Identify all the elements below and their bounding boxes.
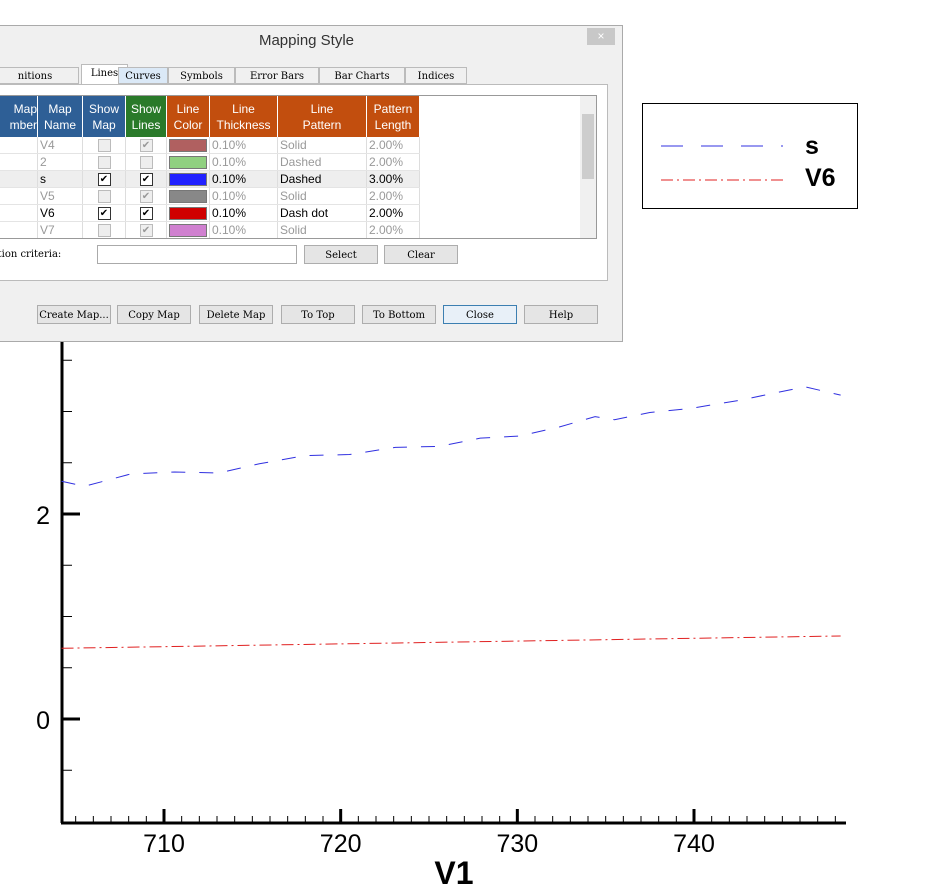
- lines-panel: Map mber Map Name Show Map Show Lines Line Color L…: [0, 84, 608, 281]
- column-header[interactable]: Map Name: [37, 96, 83, 137]
- tab-nitions[interactable]: nitions: [0, 67, 79, 84]
- show-lines-checkbox[interactable]: ✔: [139, 173, 153, 187]
- select-button[interactable]: Select: [304, 245, 378, 264]
- table-row[interactable]: V7 ✔ 0.10% Solid 2.00%: [0, 221, 420, 238]
- line-color-swatch[interactable]: [169, 190, 207, 204]
- scrollbar[interactable]: [580, 96, 596, 238]
- legend-label-s: s: [805, 132, 819, 160]
- table-row[interactable]: V6 ✔ ✔ 0.10% Dash dot 2.00%: [0, 204, 420, 222]
- line-pattern[interactable]: Dashed: [277, 170, 367, 188]
- show-map-checkbox[interactable]: [97, 190, 111, 204]
- show-lines-checkbox[interactable]: ✔: [139, 224, 153, 238]
- line-color-swatch[interactable]: [169, 207, 207, 221]
- line-thickness[interactable]: 0.10%: [209, 153, 278, 171]
- delete-map-button[interactable]: Delete Map: [199, 305, 273, 324]
- line-thickness[interactable]: 0.10%: [209, 221, 278, 238]
- line-thickness[interactable]: 0.10%: [209, 137, 278, 154]
- mapping-style-dialog: Mapping Style × nitions Lines Curves Symbol…: [0, 25, 623, 342]
- series-v6-line: [61, 635, 841, 649]
- column-header[interactable]: Pattern Length: [366, 96, 420, 137]
- show-map-checkbox[interactable]: [97, 156, 111, 170]
- line-pattern[interactable]: Dashed: [277, 153, 367, 171]
- x-axis-label: V1: [434, 855, 473, 890]
- column-header[interactable]: Line Thickness: [209, 96, 278, 137]
- series-s-line: [61, 386, 841, 487]
- show-lines-checkbox[interactable]: ✔: [139, 139, 153, 153]
- line-pattern[interactable]: Solid: [277, 221, 367, 238]
- dialog-title: Mapping Style: [258, 32, 355, 49]
- show-map-checkbox[interactable]: [97, 224, 111, 238]
- map-name: 2: [37, 153, 83, 171]
- x-tick-label: 730: [496, 830, 538, 858]
- show-lines-checkbox[interactable]: ✔: [139, 190, 153, 204]
- close-button[interactable]: Close: [443, 305, 517, 324]
- line-thickness[interactable]: 0.10%: [209, 170, 278, 188]
- column-header[interactable]: Line Pattern: [277, 96, 367, 137]
- map-name: V6: [37, 204, 83, 222]
- pattern-length[interactable]: 2.00%: [366, 153, 420, 171]
- line-pattern[interactable]: Solid: [277, 187, 367, 205]
- line-pattern[interactable]: Dash dot: [277, 204, 367, 222]
- chart-legend: s V6: [642, 103, 858, 209]
- help-button[interactable]: Help: [524, 305, 598, 324]
- selection-criteria-label: ction criteria:: [0, 249, 62, 260]
- show-map-checkbox[interactable]: [97, 139, 111, 153]
- table-row[interactable]: 2 0.10% Dashed 2.00%: [0, 153, 420, 171]
- table-row[interactable]: s ✔ ✔ 0.10% Dashed 3.00%: [0, 170, 420, 188]
- tab-error-bars[interactable]: Error Bars: [235, 67, 319, 84]
- map-name: V7: [37, 221, 83, 238]
- map-name: V5: [37, 187, 83, 205]
- map-name: V4: [37, 137, 83, 154]
- column-header[interactable]: Show Map: [82, 96, 126, 137]
- line-color-swatch[interactable]: [169, 156, 207, 170]
- pattern-length[interactable]: 3.00%: [366, 170, 420, 188]
- legend-label-v6: V6: [805, 164, 836, 192]
- selection-criteria-input[interactable]: [97, 245, 297, 264]
- pattern-length[interactable]: 2.00%: [366, 221, 420, 238]
- copy-map-button[interactable]: Copy Map: [117, 305, 191, 324]
- create-map-button[interactable]: Create Map...: [37, 305, 111, 324]
- line-color-swatch[interactable]: [169, 224, 207, 238]
- line-pattern[interactable]: Solid: [277, 137, 367, 154]
- show-map-checkbox[interactable]: ✔: [97, 173, 111, 187]
- map-table: Map mber Map Name Show Map Show Lines Line Color L…: [0, 95, 597, 239]
- line-color-swatch[interactable]: [169, 173, 207, 187]
- x-tick-label: 720: [320, 830, 362, 858]
- tab-indices[interactable]: Indices: [405, 67, 467, 84]
- pattern-length[interactable]: 2.00%: [366, 187, 420, 205]
- y-tick-label: 0: [36, 707, 50, 735]
- to-bottom-button[interactable]: To Bottom: [362, 305, 436, 324]
- show-lines-checkbox[interactable]: ✔: [139, 207, 153, 221]
- x-tick-label: 740: [673, 830, 715, 858]
- show-map-checkbox[interactable]: ✔: [97, 207, 111, 221]
- pattern-length[interactable]: 2.00%: [366, 204, 420, 222]
- line-color-swatch[interactable]: [169, 139, 207, 153]
- tab-bar-charts[interactable]: Bar Charts: [319, 67, 405, 84]
- y-tick-label: 2: [36, 502, 50, 530]
- x-tick-label: 710: [143, 830, 185, 858]
- column-header[interactable]: Line Color: [166, 96, 210, 137]
- clear-button[interactable]: Clear: [384, 245, 458, 264]
- table-row[interactable]: V5 ✔ 0.10% Solid 2.00%: [0, 187, 420, 205]
- line-thickness[interactable]: 0.10%: [209, 187, 278, 205]
- to-top-button[interactable]: To Top: [281, 305, 355, 324]
- close-icon[interactable]: ×: [587, 28, 615, 45]
- line-thickness[interactable]: 0.10%: [209, 204, 278, 222]
- table-row[interactable]: V4 ✔ 0.10% Solid 2.00%: [0, 137, 420, 154]
- show-lines-checkbox[interactable]: [139, 156, 153, 170]
- column-header[interactable]: Show Lines: [125, 96, 167, 137]
- map-name: s: [37, 170, 83, 188]
- column-header[interactable]: Map mber: [0, 96, 38, 137]
- tab-symbols[interactable]: Symbols: [168, 67, 235, 84]
- tab-curves[interactable]: Curves: [118, 67, 168, 84]
- pattern-length[interactable]: 2.00%: [366, 137, 420, 154]
